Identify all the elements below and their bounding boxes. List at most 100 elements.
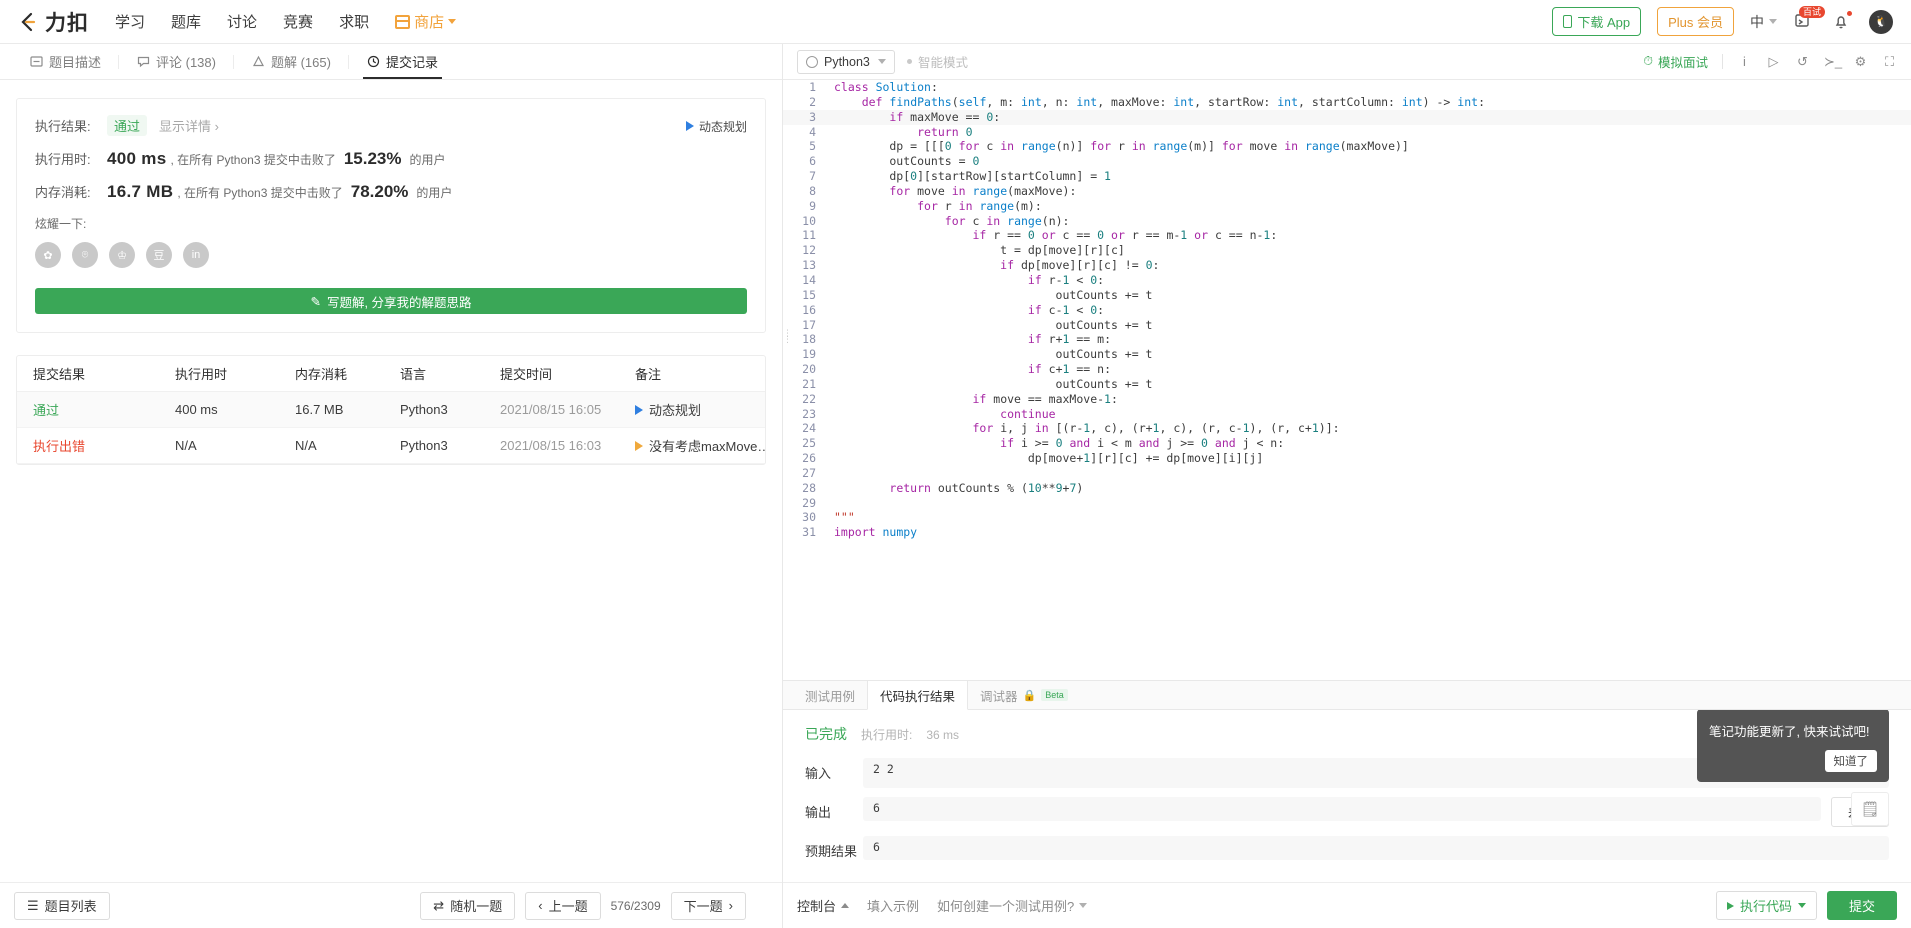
note-icon[interactable]: 🗒	[1851, 792, 1889, 826]
memory-mid-text: , 在所有 Python3 提交中击败了	[177, 186, 343, 200]
code-line: 3 if maxMove == 0:	[783, 109, 1911, 125]
table-row[interactable]: 执行出错 N/A N/A Python3 2021/08/15 16:03 没有…	[17, 428, 765, 464]
toast-dismiss-button[interactable]: 知道了	[1824, 750, 1877, 772]
code-line: 31 import numpy	[783, 525, 1911, 540]
write-solution-banner[interactable]: ✎ 写题解, 分享我的解题思路	[35, 288, 747, 314]
memory-percentile: 78.20%	[350, 182, 409, 201]
nav-item-discuss[interactable]: 讨论	[227, 11, 257, 32]
douban-icon[interactable]: 豆	[146, 242, 172, 268]
submission-result-card: 执行结果: 通过 显示详情 › 动态规划 执行用时: 400 ms , 在所有 …	[16, 98, 766, 333]
line-number: 26	[802, 451, 816, 466]
linkedin-icon[interactable]: in	[183, 242, 209, 268]
tab-debugger[interactable]: 调试器 🔒 Beta	[968, 681, 1080, 709]
note-update-toast: 笔记功能更新了, 快来试试吧! 知道了	[1697, 710, 1889, 782]
write-solution-label: 写题解, 分享我的解题思路	[327, 295, 472, 310]
run-code-button[interactable]: 执行代码	[1715, 891, 1817, 920]
console-toggle-label: 控制台	[797, 899, 837, 914]
settings-icon[interactable]: ⚙	[1853, 54, 1868, 70]
line-number: 13	[802, 258, 816, 273]
qq-icon[interactable]: ♔	[109, 242, 135, 268]
logo[interactable]: 力扣	[18, 7, 89, 37]
download-app-button[interactable]: 下载 App	[1552, 7, 1642, 36]
bell-icon[interactable]	[1831, 10, 1853, 33]
fill-example-button[interactable]: 填入示例	[867, 896, 919, 915]
line-number: 25	[802, 436, 816, 451]
code-line-text: if i >= 0 and i < m and j >= 0 and j < n…	[1000, 436, 1285, 451]
plus-membership-button[interactable]: Plus 会员	[1657, 7, 1734, 36]
play-icon[interactable]: ▷	[1766, 54, 1781, 70]
line-number: 9	[809, 198, 816, 213]
panel-resize-handle[interactable]: ⋮ ⋮	[783, 329, 792, 344]
line-number: 6	[809, 154, 816, 169]
code-line-text: import numpy	[834, 525, 918, 540]
line-number: 10	[802, 213, 816, 228]
nav-item-problems[interactable]: 题库	[171, 11, 201, 32]
code-line: 25 if i >= 0 and i < m and j >= 0 and j …	[783, 436, 1911, 451]
runtime-mid-text: , 在所有 Python3 提交中击败了	[170, 153, 336, 167]
code-line: 28 return outCounts % (10**9+7)	[783, 481, 1911, 496]
th-note: 备注	[635, 367, 662, 382]
nav-item-study[interactable]: 学习	[115, 11, 145, 32]
code-line-text: if move == maxMove-1:	[972, 391, 1118, 406]
wechat-icon[interactable]: ✿	[35, 242, 61, 268]
line-number: 19	[802, 347, 816, 362]
code-line: 18 if r+1 == m:	[783, 332, 1911, 347]
code-line: 19 outCounts += t	[783, 347, 1911, 362]
nav-item-contest[interactable]: 竞赛	[283, 11, 313, 32]
invite-icon[interactable]: 百试	[1793, 5, 1825, 33]
download-app-label: 下载 App	[1577, 15, 1631, 30]
nav-item-jobs[interactable]: 求职	[339, 11, 369, 32]
mock-interview-button[interactable]: ⏱ 模拟面试	[1643, 52, 1708, 71]
input-label: 输入	[805, 766, 832, 781]
code-line: 26 dp[move+1][r][c] += dp[move][i][j]	[783, 451, 1911, 466]
line-number: 12	[802, 243, 816, 258]
next-problem-button[interactable]: 下一题 ›	[670, 891, 746, 920]
code-line-text: def findPaths(self, m: int, n: int, maxM…	[861, 94, 1485, 109]
tab-submissions[interactable]: 提交记录	[349, 44, 456, 79]
console-toggle[interactable]: 控制台	[797, 896, 850, 915]
avatar[interactable]: 🐧	[1869, 9, 1893, 34]
how-to-create-testcase-link[interactable]: 如何创建一个测试用例?	[937, 896, 1088, 915]
weibo-icon[interactable]: ⌾	[72, 242, 98, 268]
tab-description[interactable]: 题目描述	[12, 44, 120, 79]
memory-label: 内存消耗:	[35, 185, 91, 200]
reset-icon[interactable]: ↺	[1795, 54, 1810, 70]
random-problem-button[interactable]: ⇄ 随机一题	[420, 891, 516, 920]
problem-list-button[interactable]: ☰ 题目列表	[14, 891, 110, 920]
nav-item-shop[interactable]: 商店	[395, 11, 457, 32]
nav-item-shop-label: 商店	[414, 14, 445, 31]
tab-run-result[interactable]: 代码执行结果	[867, 681, 969, 710]
expected-label: 预期结果	[805, 844, 858, 859]
info-icon[interactable]: i	[1737, 54, 1752, 69]
chevron-left-icon: ‹	[538, 898, 543, 913]
language-switcher[interactable]: 中	[1750, 12, 1777, 32]
tab-comments[interactable]: 评论 (138)	[119, 44, 234, 79]
submit-button[interactable]: 提交	[1826, 891, 1897, 920]
language-select[interactable]: Python3	[797, 49, 895, 74]
cell-language: Python3	[400, 438, 448, 453]
cell-status[interactable]: 执行出错	[17, 436, 175, 455]
status-badge: 通过	[107, 115, 148, 136]
cell-time: 2021/08/15 16:05	[500, 402, 602, 417]
submission-tag[interactable]: 动态规划	[685, 118, 747, 135]
leetcode-logo-icon	[18, 11, 40, 33]
code-content[interactable]: 1 class Solution: 2 def findPaths(self, m:…	[783, 80, 1911, 540]
console-icon[interactable]: ≻_	[1824, 54, 1842, 70]
cell-language: Python3	[400, 402, 448, 417]
previous-problem-button[interactable]: ‹ 上一题	[525, 891, 601, 920]
chevron-down-icon	[878, 59, 886, 64]
line-number: 14	[802, 272, 816, 287]
cell-status[interactable]: 通过	[17, 400, 175, 419]
code-line: 8 for move in range(maxMove):	[783, 184, 1911, 199]
smart-mode-toggle[interactable]: 智能模式	[907, 52, 968, 71]
code-line-text: t = dp[move][r][c]	[834, 243, 1125, 258]
show-detail-link[interactable]: 显示详情 ›	[159, 116, 219, 135]
pencil-icon: ✎	[310, 294, 322, 309]
fullscreen-icon[interactable]: ⛶	[1882, 54, 1897, 70]
tab-testcase[interactable]: 测试用例	[793, 681, 867, 709]
table-row[interactable]: 通过 400 ms 16.7 MB Python3 2021/08/15 16:…	[17, 392, 765, 428]
beta-badge: Beta	[1041, 689, 1068, 701]
code-editor[interactable]: 1 class Solution: 2 def findPaths(self, m:…	[783, 80, 1911, 680]
tab-solutions[interactable]: 题解 (165)	[234, 44, 349, 79]
